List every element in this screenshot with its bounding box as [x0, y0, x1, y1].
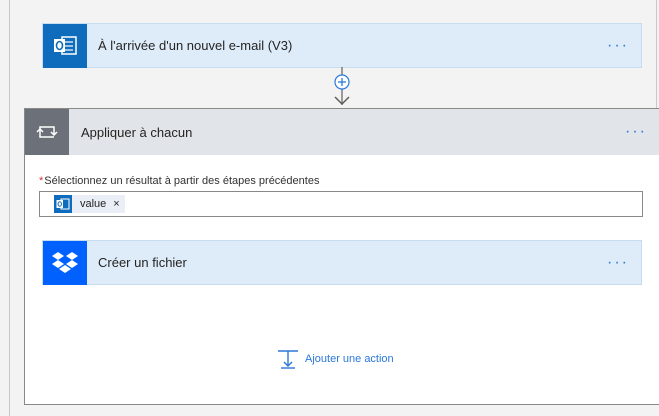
dropbox-icon-box	[43, 240, 87, 285]
select-output-field[interactable]: value ×	[39, 191, 643, 217]
loop-icon	[36, 126, 58, 138]
required-marker: *	[39, 175, 44, 187]
add-action-label: Ajouter une action	[305, 353, 394, 365]
create-file-card[interactable]: Créer un fichier ···	[42, 240, 642, 285]
dropbox-icon	[52, 251, 78, 273]
create-file-title: Créer un fichier	[98, 255, 187, 270]
add-step-connector	[334, 67, 350, 106]
apply-to-each-title: Appliquer à chacun	[81, 124, 193, 140]
loop-icon-box	[25, 109, 69, 155]
value-token[interactable]: value ×	[54, 195, 125, 213]
select-output-label: *Sélectionnez un résultat à partir des é…	[39, 175, 319, 187]
outlook-icon	[56, 198, 70, 210]
trigger-more-menu[interactable]: ···	[607, 37, 629, 53]
apply-to-each-container: Appliquer à chacun ··· *Sélectionnez un …	[24, 108, 659, 405]
trigger-icon-box	[43, 23, 87, 68]
apply-to-each-more-menu[interactable]: ···	[625, 124, 647, 140]
trigger-card[interactable]: À l'arrivée d'un nouvel e-mail (V3) ···	[42, 23, 642, 68]
frame-right-border	[656, 0, 657, 108]
token-label: value	[80, 198, 107, 210]
outlook-icon	[54, 35, 77, 55]
token-remove-button[interactable]: ×	[113, 198, 119, 210]
frame-left-border	[9, 0, 10, 416]
trigger-title: À l'arrivée d'un nouvel e-mail (V3)	[98, 38, 293, 53]
token-icon-box	[54, 195, 72, 213]
add-step-icon[interactable]	[334, 74, 350, 90]
create-file-more-menu[interactable]: ···	[607, 254, 629, 270]
select-output-label-text: Sélectionnez un résultat à partir des ét…	[44, 175, 320, 187]
add-action-button[interactable]: Ajouter une action	[277, 349, 394, 369]
add-action-icon	[278, 350, 298, 369]
apply-to-each-header[interactable]: Appliquer à chacun ···	[25, 109, 659, 155]
